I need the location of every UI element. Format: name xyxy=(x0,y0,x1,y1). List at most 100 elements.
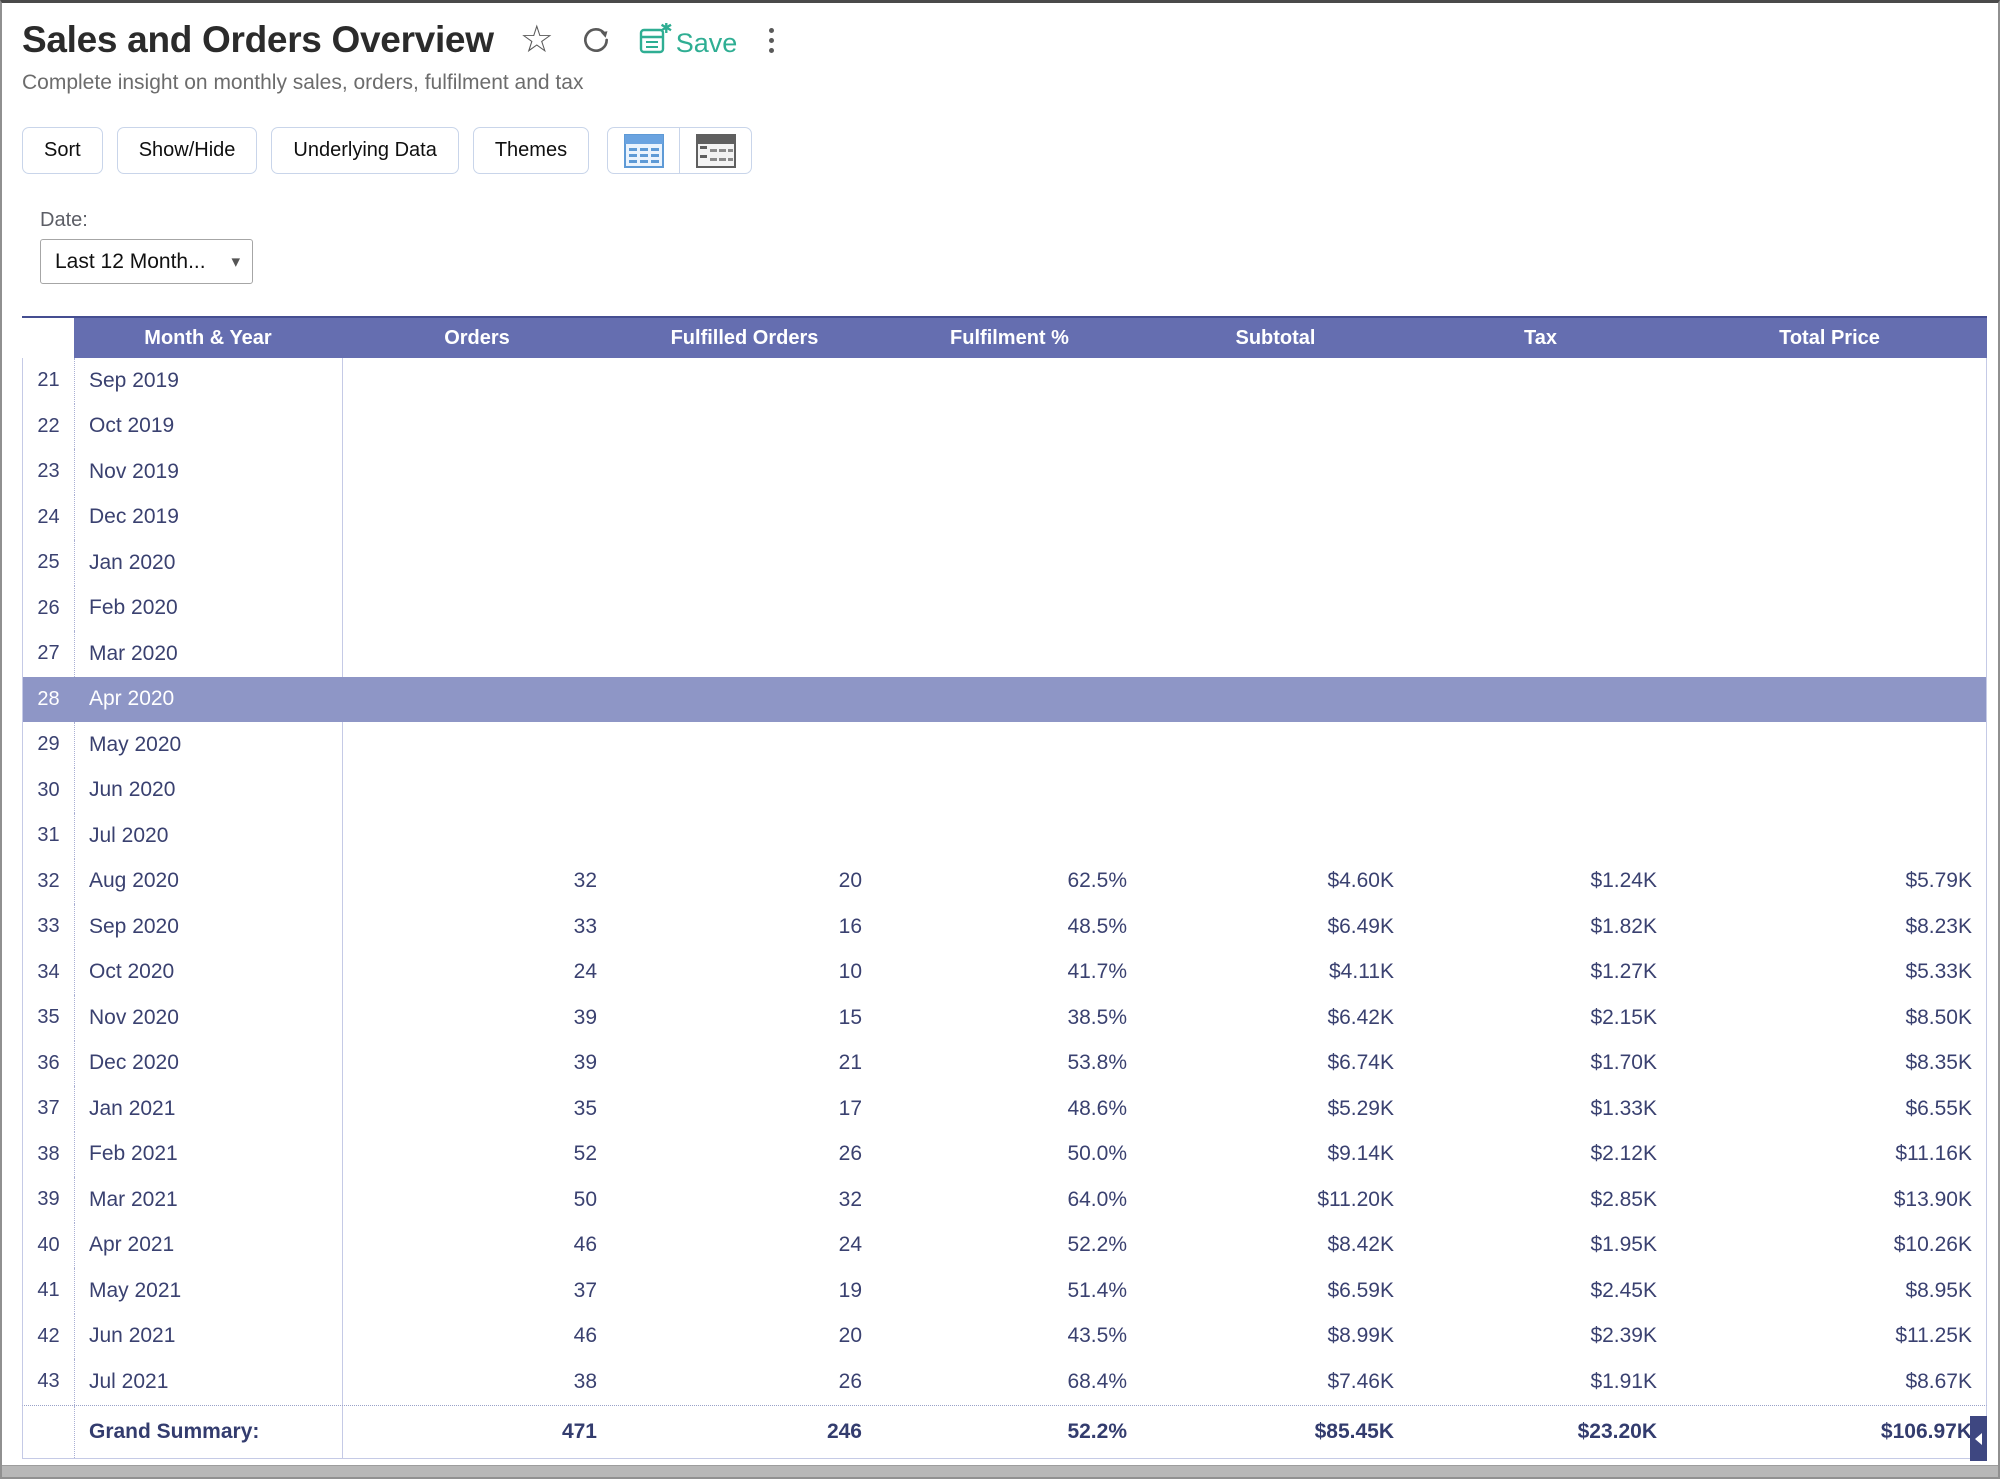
fulfilment-cell: 48.5% xyxy=(878,904,1143,950)
table-row[interactable]: 24Dec 2019 xyxy=(23,495,1986,541)
orders-cell xyxy=(343,495,613,541)
fulfilled-orders-cell xyxy=(613,449,878,495)
column-header-month-year[interactable]: Month & Year xyxy=(74,318,342,358)
flat-table-icon xyxy=(623,133,665,169)
column-header-fulfilled-orders[interactable]: Fulfilled Orders xyxy=(612,318,877,358)
tax-cell xyxy=(1410,404,1673,450)
orders-cell: 39 xyxy=(343,1041,613,1087)
orders-cell xyxy=(343,358,613,404)
row-number: 31 xyxy=(23,813,75,859)
total-price-cell xyxy=(1673,677,1988,723)
orders-cell xyxy=(343,586,613,632)
fulfilled-orders-cell: 24 xyxy=(613,1223,878,1269)
table-row[interactable]: 27Mar 2020 xyxy=(23,631,1986,677)
table-row[interactable]: 40Apr 2021462452.2%$8.42K$1.95K$10.26K xyxy=(23,1223,1986,1269)
table-row[interactable]: 35Nov 2020391538.5%$6.42K$2.15K$8.50K xyxy=(23,995,1986,1041)
total-price-cell xyxy=(1673,404,1988,450)
orders-cell: 24 xyxy=(343,950,613,996)
fulfilled-orders-cell: 20 xyxy=(613,859,878,905)
month-cell: Oct 2019 xyxy=(75,404,343,450)
column-header-fulfilment-pct[interactable]: Fulfilment % xyxy=(877,318,1142,358)
row-number: 22 xyxy=(23,404,75,450)
table-row[interactable]: 30Jun 2020 xyxy=(23,768,1986,814)
row-number: 32 xyxy=(23,859,75,905)
summary-orders: 471 xyxy=(343,1406,613,1458)
favorite-star-icon[interactable]: ☆ xyxy=(520,21,554,59)
table-row[interactable]: 39Mar 2021503264.0%$11.20K$2.85K$13.90K xyxy=(23,1177,1986,1223)
month-cell: Dec 2019 xyxy=(75,495,343,541)
column-header-total-price[interactable]: Total Price xyxy=(1672,318,1987,358)
subtotal-cell xyxy=(1143,495,1410,541)
row-number: 43 xyxy=(23,1359,75,1405)
fulfilment-cell xyxy=(878,449,1143,495)
save-button[interactable]: ✱ Save xyxy=(638,23,738,57)
table-row[interactable]: 43Jul 2021382668.4%$7.46K$1.91K$8.67K xyxy=(23,1359,1986,1405)
report-subtitle: Complete insight on monthly sales, order… xyxy=(22,71,1978,95)
orders-cell: 37 xyxy=(343,1268,613,1314)
fulfilled-orders-cell: 19 xyxy=(613,1268,878,1314)
subtotal-cell xyxy=(1143,722,1410,768)
month-cell: Dec 2020 xyxy=(75,1041,343,1087)
subtotal-cell: $9.14K xyxy=(1143,1132,1410,1178)
underlying-data-button[interactable]: Underlying Data xyxy=(271,127,458,174)
table-row[interactable]: 33Sep 2020331648.5%$6.49K$1.82K$8.23K xyxy=(23,904,1986,950)
fulfilment-cell xyxy=(878,677,1143,723)
table-row[interactable]: 41May 2021371951.4%$6.59K$2.45K$8.95K xyxy=(23,1268,1986,1314)
table-row[interactable]: 37Jan 2021351748.6%$5.29K$1.33K$6.55K xyxy=(23,1086,1986,1132)
orders-cell xyxy=(343,631,613,677)
table-body: 21Sep 201922Oct 201923Nov 201924Dec 2019… xyxy=(22,358,1987,1405)
tax-cell xyxy=(1410,722,1673,768)
table-row[interactable]: 42Jun 2021462043.5%$8.99K$2.39K$11.25K xyxy=(23,1314,1986,1360)
scroll-left-button[interactable] xyxy=(1970,1416,1987,1461)
pivot-table-view-button[interactable] xyxy=(679,127,752,174)
table-row[interactable]: 21Sep 2019 xyxy=(23,358,1986,404)
subtotal-cell xyxy=(1143,677,1410,723)
table-row[interactable]: 25Jan 2020 xyxy=(23,540,1986,586)
subtotal-cell: $11.20K xyxy=(1143,1177,1410,1223)
table-row[interactable]: 22Oct 2019 xyxy=(23,404,1986,450)
sort-button[interactable]: Sort xyxy=(22,127,103,174)
column-header-tax[interactable]: Tax xyxy=(1409,318,1672,358)
orders-cell: 39 xyxy=(343,995,613,1041)
fulfilment-cell: 41.7% xyxy=(878,950,1143,996)
row-number: 38 xyxy=(23,1132,75,1178)
row-number: 30 xyxy=(23,768,75,814)
toolbar: Sort Show/Hide Underlying Data Themes xyxy=(22,127,1978,174)
svg-text:✱: ✱ xyxy=(660,23,672,37)
table-row[interactable]: 29May 2020 xyxy=(23,722,1986,768)
tax-cell xyxy=(1410,540,1673,586)
themes-button[interactable]: Themes xyxy=(473,127,589,174)
table-row[interactable]: 32Aug 2020322062.5%$4.60K$1.24K$5.79K xyxy=(23,859,1986,905)
total-price-cell xyxy=(1673,722,1988,768)
tax-cell xyxy=(1410,768,1673,814)
table-row[interactable]: 23Nov 2019 xyxy=(23,449,1986,495)
page-title: Sales and Orders Overview xyxy=(22,19,494,61)
more-options-kebab-icon[interactable] xyxy=(763,26,780,55)
total-price-cell: $5.33K xyxy=(1673,950,1988,996)
column-header-subtotal[interactable]: Subtotal xyxy=(1142,318,1409,358)
table-row[interactable]: 36Dec 2020392153.8%$6.74K$1.70K$8.35K xyxy=(23,1041,1986,1087)
total-price-cell: $8.35K xyxy=(1673,1041,1988,1087)
table-row-selected[interactable]: 28Apr 2020 xyxy=(23,677,1986,723)
subtotal-cell xyxy=(1143,631,1410,677)
column-header-orders[interactable]: Orders xyxy=(342,318,612,358)
subtotal-cell: $6.49K xyxy=(1143,904,1410,950)
fulfilment-cell xyxy=(878,495,1143,541)
fulfilment-cell xyxy=(878,768,1143,814)
horizontal-scrollbar-track[interactable] xyxy=(2,1465,1998,1477)
show-hide-button[interactable]: Show/Hide xyxy=(117,127,258,174)
table-row[interactable]: 38Feb 2021522650.0%$9.14K$2.12K$11.16K xyxy=(23,1132,1986,1178)
table-row[interactable]: 34Oct 2020241041.7%$4.11K$1.27K$5.33K xyxy=(23,950,1986,996)
refresh-icon[interactable] xyxy=(580,24,612,56)
table-row[interactable]: 31Jul 2020 xyxy=(23,813,1986,859)
tax-cell xyxy=(1410,449,1673,495)
month-cell: Jul 2021 xyxy=(75,1359,343,1405)
row-number: 29 xyxy=(23,722,75,768)
tax-cell: $2.12K xyxy=(1410,1132,1673,1178)
date-filter-select[interactable]: Last 12 Month... ▾ xyxy=(40,239,253,284)
orders-cell xyxy=(343,677,613,723)
flat-table-view-button[interactable] xyxy=(607,127,680,174)
table-row[interactable]: 26Feb 2020 xyxy=(23,586,1986,632)
subtotal-cell xyxy=(1143,813,1410,859)
fulfilled-orders-cell xyxy=(613,722,878,768)
